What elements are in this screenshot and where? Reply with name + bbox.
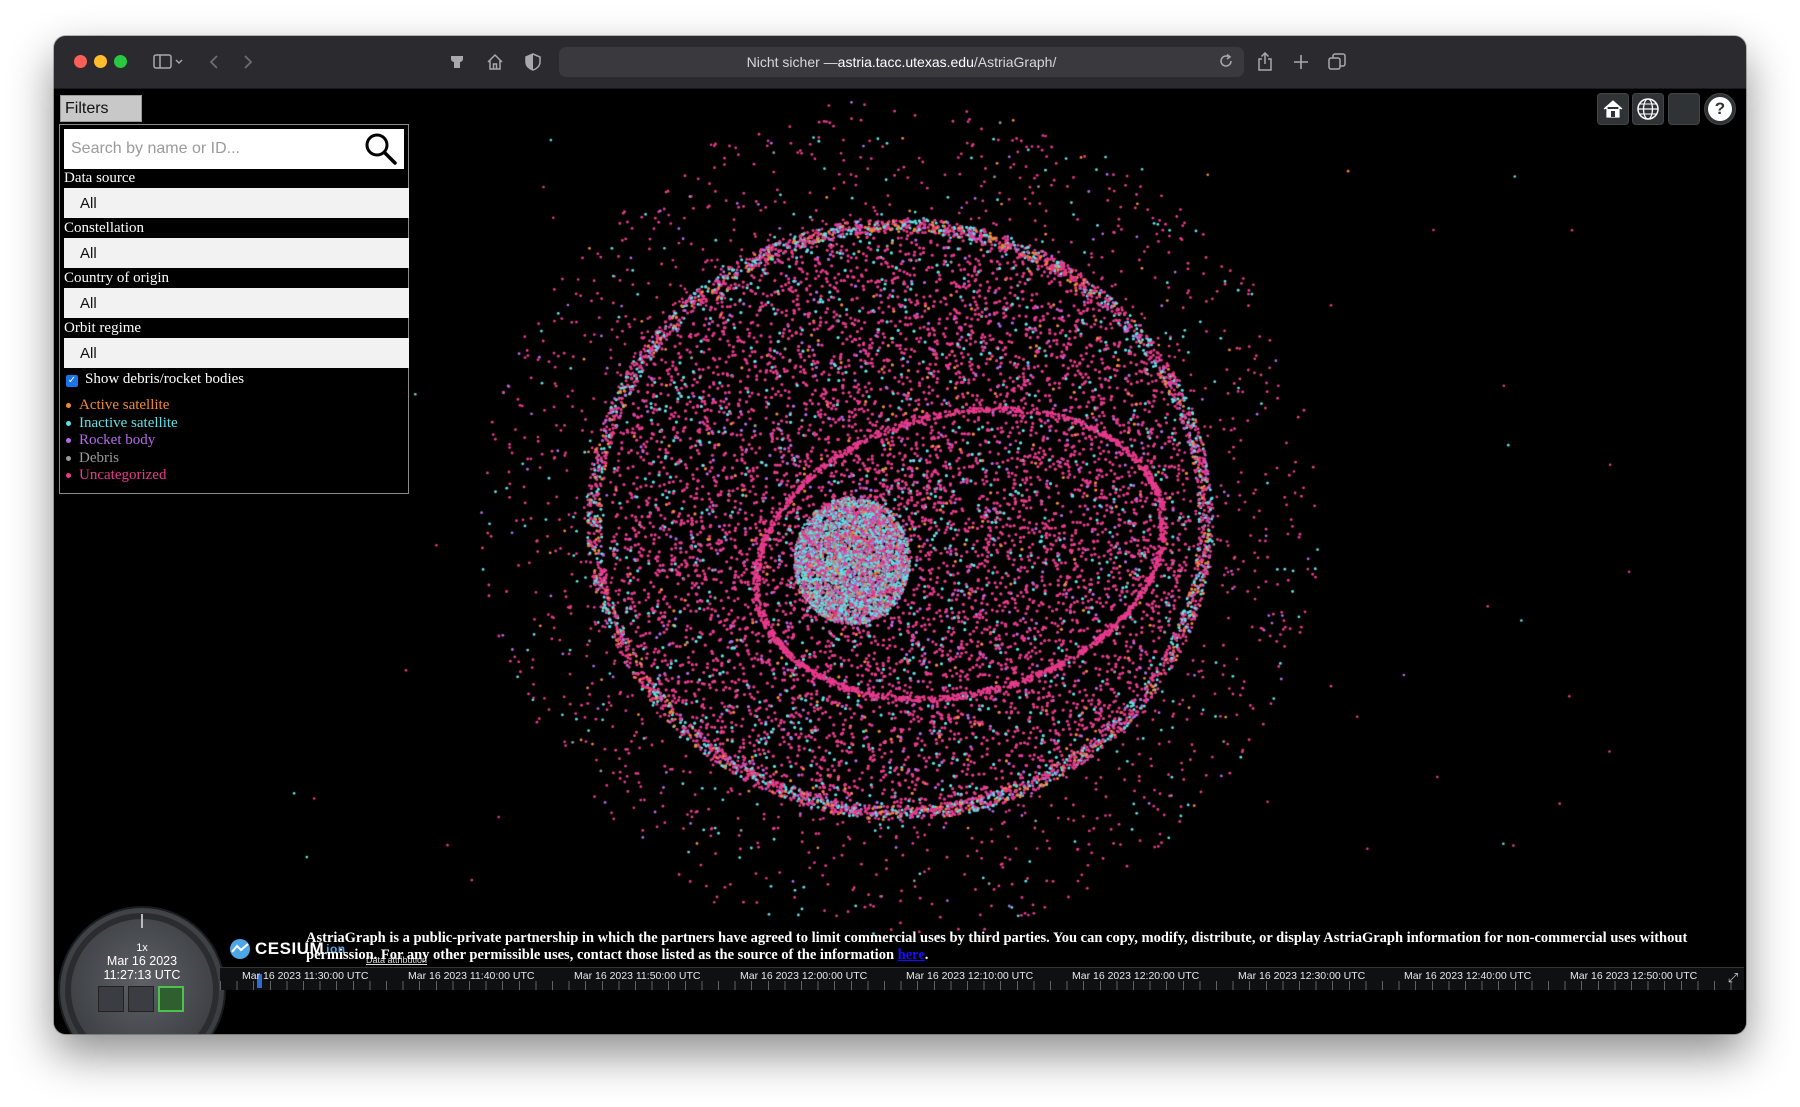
orbit-regime-select[interactable]: All bbox=[64, 338, 409, 368]
extension-icon[interactable] bbox=[446, 50, 468, 74]
timeline-label: Mar 16 2023 12:40:00 UTC bbox=[1404, 970, 1532, 982]
close-window-button[interactable] bbox=[74, 55, 87, 68]
data-source-label: Data source bbox=[64, 170, 136, 186]
home-icon bbox=[1603, 100, 1623, 118]
address-host: astria.tacc.utexas.edu bbox=[837, 54, 974, 70]
country-of-origin-select[interactable]: All bbox=[64, 288, 409, 318]
browser-titlebar: Nicht sicher — astria.tacc.utexas.edu/As… bbox=[54, 36, 1746, 89]
timeline[interactable]: Mar 16 2023 11:30:00 UTC Mar 16 2023 11:… bbox=[220, 967, 1744, 990]
timeline-label: Mar 16 2023 11:30:00 UTC bbox=[242, 970, 369, 982]
legend-label: Inactive satellite bbox=[79, 414, 178, 431]
fullscreen-icon[interactable]: ⤢ bbox=[1722, 967, 1744, 989]
usage-notice-text: AstriaGraph is a public-private partners… bbox=[306, 930, 1688, 963]
base-layer-picker-button[interactable] bbox=[1668, 93, 1700, 125]
play-button[interactable] bbox=[158, 986, 184, 1012]
animation-clock-widget[interactable]: 1x Mar 16 2023 11:27:13 UTC bbox=[58, 906, 226, 1034]
search-placeholder: Search by name or ID... bbox=[71, 140, 240, 157]
legend-dot-icon bbox=[66, 403, 71, 409]
back-arrow-icon[interactable] bbox=[204, 50, 224, 74]
pause-button[interactable] bbox=[128, 986, 154, 1012]
timeline-label: Mar 16 2023 12:00:00 UTC bbox=[740, 970, 868, 982]
sidebar-toggle-icon[interactable] bbox=[149, 50, 187, 74]
constellation-label: Constellation bbox=[64, 220, 144, 236]
legend-item-active-satellite: Active satellite bbox=[66, 397, 178, 415]
usage-notice-end: . bbox=[924, 947, 929, 963]
address-bar[interactable]: Nicht sicher — astria.tacc.utexas.edu/As… bbox=[559, 47, 1244, 77]
globe-icon bbox=[1637, 98, 1659, 120]
new-tab-icon[interactable] bbox=[1290, 50, 1312, 74]
timeline-label: Mar 16 2023 12:30:00 UTC bbox=[1238, 970, 1366, 982]
home-view-button[interactable] bbox=[1597, 93, 1629, 125]
country-of-origin-label: Country of origin bbox=[64, 270, 169, 286]
filters-toggle-button[interactable]: Filters bbox=[60, 95, 142, 122]
clock-time: 11:27:13 UTC bbox=[103, 968, 181, 982]
timeline-label: Mar 16 2023 12:20:00 UTC bbox=[1072, 970, 1200, 982]
legend-item-rocket-body: Rocket body bbox=[66, 432, 178, 450]
orbit-regime-label: Orbit regime bbox=[64, 320, 142, 336]
data-source-select[interactable]: All bbox=[64, 188, 409, 218]
legend: Active satellite Inactive satellite Rock… bbox=[66, 397, 178, 485]
timeline-label: Mar 16 2023 12:50:00 UTC bbox=[1570, 970, 1698, 982]
show-debris-checkbox[interactable]: ✓ bbox=[66, 375, 78, 387]
timeline-ticks bbox=[220, 981, 1744, 990]
clock-date: Mar 16 2023 bbox=[106, 954, 178, 968]
help-button[interactable]: ? bbox=[1704, 93, 1736, 125]
legend-item-inactive-satellite: Inactive satellite bbox=[66, 415, 178, 433]
address-path: /AstriaGraph/ bbox=[973, 54, 1057, 70]
search-icon[interactable] bbox=[364, 132, 398, 166]
legend-item-debris: Debris bbox=[66, 450, 178, 468]
timeline-label: Mar 16 2023 11:40:00 UTC bbox=[408, 970, 535, 982]
search-input[interactable]: Search by name or ID... bbox=[64, 129, 404, 169]
globe-viewer[interactable]: Filters Search by name or ID... Data sou… bbox=[54, 89, 1746, 1034]
show-debris-label: Show debris/rocket bodies bbox=[85, 371, 245, 387]
legend-dot-icon bbox=[66, 420, 71, 426]
timeline-label: Mar 16 2023 11:50:00 UTC bbox=[574, 970, 701, 982]
home-page-icon[interactable] bbox=[484, 50, 506, 74]
legend-label: Active satellite bbox=[79, 397, 170, 414]
minimize-window-button[interactable] bbox=[94, 55, 107, 68]
browser-window: Nicht sicher — astria.tacc.utexas.edu/As… bbox=[54, 36, 1746, 1034]
constellation-select[interactable]: All bbox=[64, 238, 409, 268]
usage-notice-link[interactable]: here bbox=[898, 947, 925, 963]
timeline-label: Mar 16 2023 12:10:00 UTC bbox=[906, 970, 1034, 982]
privacy-shield-icon[interactable] bbox=[522, 50, 544, 74]
zoom-window-button[interactable] bbox=[114, 55, 127, 68]
legend-item-uncategorized: Uncategorized bbox=[66, 467, 178, 485]
legend-label: Uncategorized bbox=[79, 467, 167, 484]
legend-dot-icon bbox=[66, 473, 71, 479]
legend-label: Debris bbox=[79, 449, 119, 466]
legend-dot-icon bbox=[66, 455, 71, 461]
address-prefix: Nicht sicher — bbox=[746, 54, 838, 70]
legend-label: Rocket body bbox=[79, 432, 156, 449]
playback-speed: 1x bbox=[136, 942, 148, 954]
cesium-logo-icon bbox=[230, 939, 250, 959]
forward-arrow-icon[interactable] bbox=[238, 50, 258, 74]
scene-mode-button[interactable] bbox=[1632, 93, 1664, 125]
reverse-button[interactable] bbox=[98, 986, 124, 1012]
legend-dot-icon bbox=[66, 438, 71, 444]
reload-icon[interactable] bbox=[1218, 53, 1234, 72]
share-icon[interactable] bbox=[1254, 50, 1276, 74]
help-icon: ? bbox=[1708, 97, 1732, 121]
filters-panel: Search by name or ID... Data source All … bbox=[59, 124, 409, 494]
tab-overview-icon[interactable] bbox=[1326, 50, 1348, 74]
usage-notice: AstriaGraph is a public-private partners… bbox=[306, 930, 1736, 964]
